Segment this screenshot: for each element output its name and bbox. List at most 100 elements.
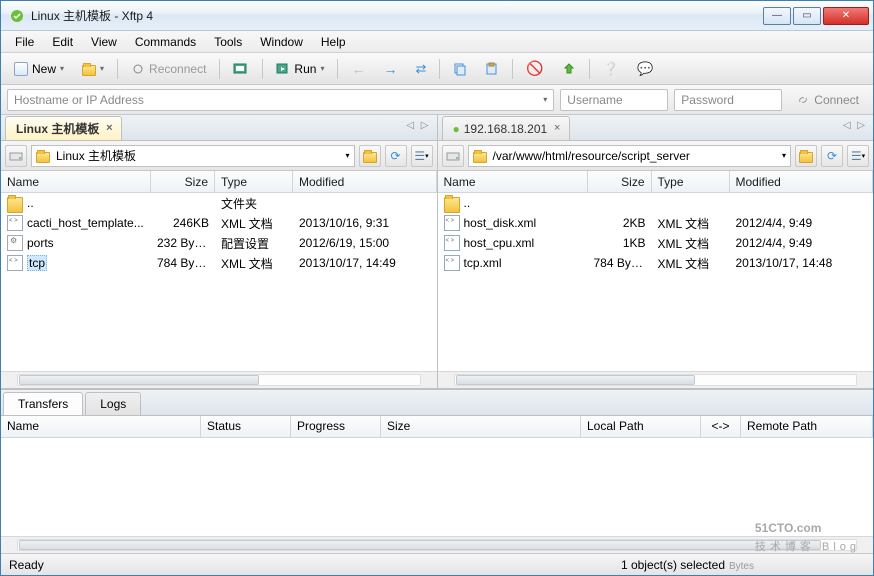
file-row[interactable]: cacti_host_template...246KBXML 文档2013/10…	[1, 213, 437, 233]
col-modified[interactable]: Modified	[730, 171, 874, 192]
menu-tools[interactable]: Tools	[206, 33, 250, 51]
maximize-button[interactable]: ▭	[793, 7, 821, 25]
refresh-local-button[interactable]: ⟳	[385, 145, 407, 167]
folder-open-icon	[82, 65, 96, 76]
col-name[interactable]: Name	[1, 171, 151, 192]
toolbar: New▾ ▾ Reconnect Run▾ ← → ⇄ 🚫 ❔ 💬	[1, 53, 873, 85]
run-button[interactable]: Run▾	[269, 57, 331, 81]
session-button[interactable]	[226, 57, 256, 81]
arrow-right-icon: →	[383, 61, 397, 77]
tcol-name[interactable]: Name	[1, 416, 201, 437]
about-button[interactable]: 💬	[630, 57, 660, 81]
up-button[interactable]	[795, 145, 817, 167]
col-modified[interactable]: Modified	[293, 171, 437, 192]
panes: Linux 主机模板× ◁ ▷ Linux 主机模板▾ ⟳ ☰▾ Name Si…	[1, 115, 873, 389]
tcol-progress[interactable]: Progress	[291, 416, 381, 437]
file-row[interactable]: ports232 Bytes配置设置2012/6/19, 15:00	[1, 233, 437, 253]
connect-bar: Hostname or IP Address▾ Username Passwor…	[1, 85, 873, 115]
close-tab-icon[interactable]: ×	[103, 122, 115, 134]
tab-logs[interactable]: Logs	[85, 392, 141, 415]
menu-edit[interactable]: Edit	[44, 33, 81, 51]
tab-nav[interactable]: ◁ ▷	[843, 120, 867, 131]
local-path-input[interactable]: Linux 主机模板▾	[31, 145, 355, 167]
transfer-list[interactable]	[1, 438, 873, 536]
copy-button[interactable]	[446, 57, 474, 81]
tab-transfers[interactable]: Transfers	[3, 392, 83, 415]
local-scrollbar[interactable]	[1, 371, 437, 388]
menu-window[interactable]: Window	[252, 33, 311, 51]
new-icon	[14, 62, 28, 76]
local-tab[interactable]: Linux 主机模板×	[5, 116, 122, 140]
local-tabs: Linux 主机模板× ◁ ▷	[1, 115, 437, 141]
file-row[interactable]: ..	[438, 193, 874, 213]
menu-help[interactable]: Help	[313, 33, 354, 51]
help-button[interactable]: ❔	[596, 57, 626, 81]
tcol-remotepath[interactable]: Remote Path	[741, 416, 873, 437]
reconnect-button[interactable]: Reconnect	[124, 57, 213, 81]
tcol-localpath[interactable]: Local Path	[581, 416, 701, 437]
tab-nav[interactable]: ◁ ▷	[406, 120, 430, 131]
paste-button[interactable]	[478, 57, 506, 81]
xml-file-icon	[444, 255, 460, 271]
refresh-icon: ⇄	[415, 61, 426, 77]
bottom-tabs: Transfers Logs	[1, 390, 873, 416]
file-row[interactable]: tcp.xml784 BytesXML 文档2013/10/17, 14:48	[438, 253, 874, 273]
host-input[interactable]: Hostname or IP Address▾	[7, 89, 554, 111]
cancel-button[interactable]: 🚫	[519, 57, 550, 81]
window-controls: — ▭ ✕	[763, 7, 869, 25]
refresh-remote-button[interactable]: ⟳	[821, 145, 843, 167]
tcol-status[interactable]: Status	[201, 416, 291, 437]
tcol-size[interactable]: Size	[381, 416, 581, 437]
menu-file[interactable]: File	[7, 33, 42, 51]
status-ready: Ready	[9, 558, 621, 572]
refresh-button[interactable]: ⇄	[408, 57, 433, 81]
close-tab-icon[interactable]: ×	[551, 122, 563, 134]
minimize-button[interactable]: —	[763, 7, 791, 25]
col-size[interactable]: Size	[588, 171, 652, 192]
file-row[interactable]: ..文件夹	[1, 193, 437, 213]
local-header: Name Size Type Modified	[1, 171, 437, 193]
col-type[interactable]: Type	[215, 171, 293, 192]
forward-button[interactable]: →	[376, 57, 404, 81]
new-button[interactable]: New▾	[7, 57, 71, 81]
open-button[interactable]: ▾	[75, 57, 111, 81]
menu-commands[interactable]: Commands	[127, 33, 204, 51]
transfer-scrollbar[interactable]	[1, 536, 873, 553]
local-file-list[interactable]: ..文件夹cacti_host_template...246KBXML 文档20…	[1, 193, 437, 371]
back-button[interactable]: ←	[344, 57, 372, 81]
col-name[interactable]: Name	[438, 171, 588, 192]
password-input[interactable]: Password	[674, 89, 782, 111]
col-size[interactable]: Size	[151, 171, 215, 192]
menu-view[interactable]: View	[83, 33, 125, 51]
file-row[interactable]: host_cpu.xml1KBXML 文档2012/4/4, 9:49	[438, 233, 874, 253]
refresh-icon: ⟳	[390, 149, 400, 163]
titlebar[interactable]: Linux 主机模板 - Xftp 4 — ▭ ✕	[1, 1, 873, 31]
view-button[interactable]: ☰▾	[847, 145, 869, 167]
link-icon	[796, 93, 810, 107]
username-input[interactable]: Username	[560, 89, 668, 111]
up-button[interactable]	[359, 145, 381, 167]
close-button[interactable]: ✕	[823, 7, 869, 25]
tcol-direction[interactable]: <->	[701, 416, 741, 437]
xml-file-icon	[444, 235, 460, 251]
remote-path-input[interactable]: /var/www/html/resource/script_server▾	[468, 145, 792, 167]
list-icon: ☰	[851, 149, 862, 163]
drive-icon[interactable]	[5, 145, 27, 167]
col-type[interactable]: Type	[652, 171, 730, 192]
file-row[interactable]: host_disk.xml2KBXML 文档2012/4/4, 9:49	[438, 213, 874, 233]
file-row[interactable]: tcp784 BytesXML 文档2013/10/17, 14:49	[1, 253, 437, 273]
remote-tabs: ●192.168.18.201× ◁ ▷	[438, 115, 874, 141]
remote-file-list[interactable]: ..host_disk.xml2KBXML 文档2012/4/4, 9:49ho…	[438, 193, 874, 371]
remote-header: Name Size Type Modified	[438, 171, 874, 193]
xml-file-icon	[444, 215, 460, 231]
view-button[interactable]: ☰▾	[411, 145, 433, 167]
upload-button[interactable]	[555, 57, 583, 81]
window-title: Linux 主机模板 - Xftp 4	[31, 7, 763, 24]
remote-scrollbar[interactable]	[438, 371, 874, 388]
folder-icon	[473, 152, 487, 163]
cancel-icon: 🚫	[526, 60, 543, 77]
drive-icon[interactable]	[442, 145, 464, 167]
arrow-left-icon: ←	[351, 61, 365, 77]
connect-button[interactable]: Connect	[788, 91, 867, 109]
remote-tab[interactable]: ●192.168.18.201×	[442, 116, 571, 140]
